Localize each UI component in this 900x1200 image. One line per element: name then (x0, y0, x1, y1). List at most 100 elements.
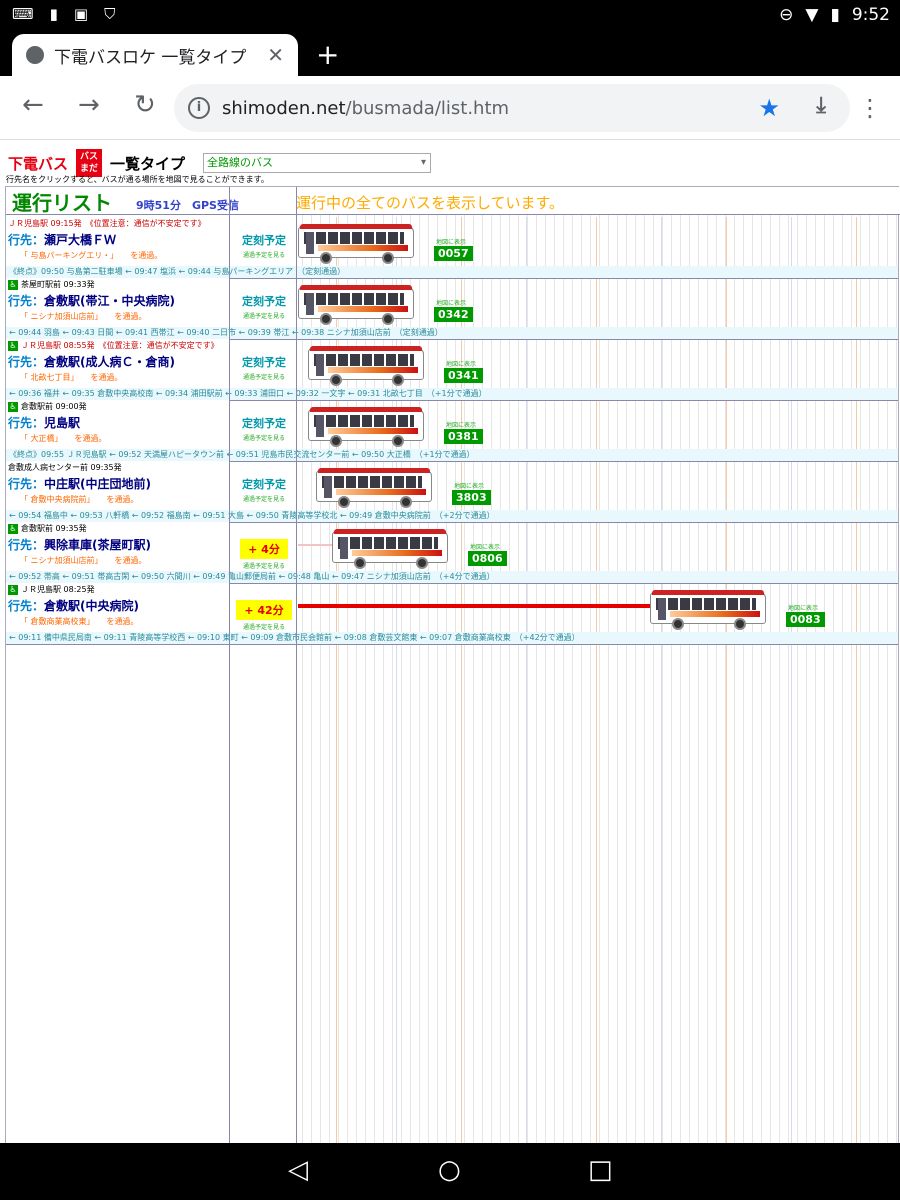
destination-name: 瀬戸大橋ＦＷ (44, 233, 117, 247)
origin-label: 倉敷駅前 09:00発 (21, 402, 87, 411)
status-cell[interactable]: 定刻予定 通過予定を見る (231, 278, 297, 326)
overflow-menu-icon[interactable]: ⋮ (858, 94, 882, 122)
nav-recents-icon[interactable]: □ (588, 1155, 613, 1185)
destination-link[interactable]: 行先：児島駅 (8, 414, 80, 431)
status-cell[interactable]: 定刻予定 通過予定を見る (231, 400, 297, 448)
clock: 9:52 (851, 5, 890, 25)
wifi-icon: ▼ (805, 5, 819, 25)
tab-title: 下電バスロケ 一覧タイプ (54, 47, 247, 68)
sim-icon: ▮ (49, 5, 58, 23)
origin-label: 倉敷成人病センター前 09:35発 (8, 463, 122, 472)
new-tab-icon[interactable]: + (316, 38, 339, 71)
battery-icon: ▮ (830, 5, 840, 25)
status-cell[interactable]: 定刻予定 通過予定を見る (231, 461, 297, 509)
close-tab-icon[interactable]: ✕ (267, 43, 284, 67)
map-link[interactable]: 地図に表示 (436, 237, 466, 246)
destination-prefix: 行先： (8, 416, 45, 430)
back-icon[interactable]: ← (22, 90, 44, 120)
origin-text: ♿ 茶屋町駅前 09:33発 (8, 279, 95, 290)
schedule-link[interactable]: 通過予定を見る (231, 311, 297, 320)
stops-text: ← 09:52 帯高 ← 09:51 帯高古閑 ← 09:50 六間川 ← 09… (6, 571, 898, 583)
map-link[interactable]: 地図に表示 (446, 359, 476, 368)
route-select[interactable]: 全路線のバス (203, 153, 432, 173)
status-cell[interactable]: 定刻予定 通過予定を見る (231, 339, 297, 387)
reload-icon[interactable]: ↻ (134, 90, 156, 120)
bus-icon[interactable] (308, 407, 424, 447)
destination-link[interactable]: 行先：倉敷駅(帯江・中央病院) (8, 292, 175, 309)
map-link[interactable]: 地図に表示 (436, 298, 466, 307)
bus-icon[interactable] (298, 224, 414, 264)
destination-link[interactable]: 行先：中庄駅(中庄団地前) (8, 475, 151, 492)
stops-text: 《終点》09:55 ＪＲ児島駅 ← 09:52 天満屋ハピータウン前 ← 09:… (6, 449, 898, 461)
stops-text: ← 09:36 福井 ← 09:35 倉敷中央高校南 ← 09:34 浦田駅前 … (6, 388, 898, 400)
forward-icon[interactable]: → (78, 90, 100, 120)
schedule-link[interactable]: 通過予定を見る (231, 372, 297, 381)
globe-icon (26, 46, 44, 64)
origin-text: ＪＲ児島駅 09:15発 《位置注意：通信が不安定です》 (8, 218, 206, 229)
bus-icon[interactable] (298, 285, 414, 325)
bus-row: 倉敷成人病センター前 09:35発 行先：中庄駅(中庄団地前) 「 倉敷中央病院… (6, 461, 898, 523)
wheelchair-icon: ♿ (8, 279, 18, 290)
bus-number: 0341 (444, 368, 483, 383)
wheelchair-icon: ♿ (8, 523, 18, 534)
status-cell[interactable]: + 4分 通過予定を見る (231, 522, 297, 570)
destination-link[interactable]: 行先：倉敷駅(中央病院) (8, 597, 139, 614)
stops-text: 《終点》09:50 与島第二駐車場 ← 09:47 塩浜 ← 09:44 与島パ… (6, 266, 898, 278)
download-icon[interactable]: ⤓ (816, 93, 826, 118)
via-text: 「 大正橋」 を通過。 (20, 434, 107, 443)
destination-name: 倉敷駅(成人病Ｃ・倉商) (44, 355, 175, 369)
status-cell[interactable]: + 42分 通過予定を見る (231, 583, 297, 631)
wheelchair-icon: ♿ (8, 340, 18, 351)
nav-home-icon[interactable]: ○ (438, 1155, 461, 1185)
tab-strip: 下電バスロケ 一覧タイプ ✕ + (0, 32, 900, 76)
destination-link[interactable]: 行先：興除車庫(茶屋町駅) (8, 536, 151, 553)
origin-text: ♿ ＪＲ児島駅 08:25発 (8, 584, 95, 595)
bus-icon[interactable] (308, 346, 424, 386)
origin-label: ＪＲ児島駅 08:25発 (21, 585, 95, 594)
origin-label: 茶屋町駅前 09:33発 (21, 280, 95, 289)
schedule-link[interactable]: 通過予定を見る (231, 433, 297, 442)
bookmark-star-icon[interactable]: ★ (758, 94, 780, 122)
bus-icon[interactable] (316, 468, 432, 508)
bus-row: ♿ 茶屋町駅前 09:33発 行先：倉敷駅(帯江・中央病院) 「 ニシナ加須山店… (6, 278, 898, 340)
status-cell[interactable]: 定刻予定 通過予定を見る (231, 217, 297, 265)
image-icon: ▣ (73, 5, 89, 23)
map-link[interactable]: 地図に表示 (446, 420, 476, 429)
schedule-link[interactable]: 通過予定を見る (231, 622, 297, 631)
bus-row: ♿ 倉敷駅前 09:35発 行先：興除車庫(茶屋町駅) 「 ニシナ加須山店前」を… (6, 522, 898, 584)
map-link[interactable]: 地図に表示 (454, 481, 484, 490)
nav-back-icon[interactable]: ◁ (288, 1155, 308, 1185)
destination-prefix: 行先： (8, 233, 45, 247)
status-badge: + 42分 (236, 600, 292, 620)
wheelchair-icon: ♿ (8, 584, 18, 595)
wheelchair-icon: ♿ (8, 401, 18, 412)
origin-text: ♿ 倉敷駅前 09:00発 (8, 401, 87, 412)
board-header: 運行リスト 9時51分 GPS受信 運行中の全てのバスを表示しています。 (6, 187, 900, 215)
bus-icon[interactable] (332, 529, 448, 569)
site-info-icon[interactable]: i (188, 97, 210, 119)
schedule-link[interactable]: 通過予定を見る (231, 561, 297, 570)
destination-name: 倉敷駅(帯江・中央病院) (44, 294, 175, 308)
destination-link[interactable]: 行先：瀬戸大橋ＦＷ (8, 231, 116, 248)
map-link[interactable]: 地図に表示 (470, 542, 500, 551)
bus-row: ♿ ＪＲ児島駅 08:55発 《位置注意：通信が不安定です》 行先：倉敷駅(成人… (6, 339, 898, 401)
schedule-link[interactable]: 通過予定を見る (231, 494, 297, 503)
destination-link[interactable]: 行先：倉敷駅(成人病Ｃ・倉商) (8, 353, 175, 370)
bus-number: 0083 (786, 612, 825, 627)
browser-tab[interactable]: 下電バスロケ 一覧タイプ ✕ (12, 34, 298, 76)
map-link[interactable]: 地図に表示 (788, 603, 818, 612)
destination-prefix: 行先： (8, 477, 45, 491)
origin-label: ＪＲ児島駅 08:55発 《位置注意：通信が不安定です》 (21, 341, 219, 350)
address-bar[interactable]: i shimoden.net/busmada/list.htm ★ ⤓ (174, 84, 850, 132)
bus-icon[interactable] (650, 590, 766, 630)
via-text: 「 倉敷商業高校東」 を通過。 (20, 617, 139, 626)
status-badge: 定刻予定 (242, 295, 286, 308)
bus-number: 0057 (434, 246, 473, 261)
route-info: ♿ 倉敷駅前 09:35発 行先：興除車庫(茶屋町駅) 「 ニシナ加須山店前」を… (6, 522, 229, 570)
board-time: 9時51分 GPS受信 (136, 199, 239, 212)
via-text: 「 ニシナ加須山店前」 を通過。 (20, 312, 147, 321)
list-type-title: 一覧タイプ (110, 154, 186, 173)
schedule-link[interactable]: 通過予定を見る (231, 250, 297, 259)
route-info: ♿ 倉敷駅前 09:00発 行先：児島駅 「 大正橋」 を通過。 (6, 400, 229, 448)
destination-name: 倉敷駅(中央病院) (44, 599, 139, 613)
